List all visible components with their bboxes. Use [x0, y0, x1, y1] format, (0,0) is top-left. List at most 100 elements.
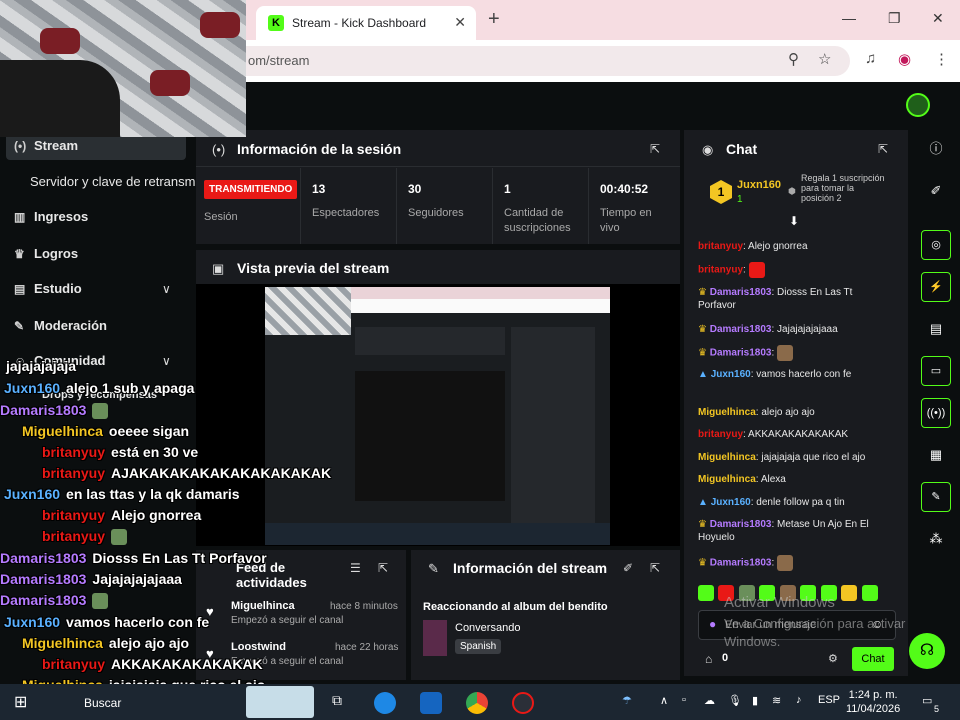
lightning-icon[interactable]: ⚡ [921, 272, 951, 302]
emote-icon[interactable] [861, 584, 878, 601]
overlay-chat-line: britanyuy está en 30 ve [42, 444, 198, 460]
chat-message: Miguelhinca: alejo ajo ajo [698, 406, 888, 419]
windows-start-icon[interactable]: ⊞ [14, 692, 27, 712]
chat-username[interactable]: Miguelhinca [698, 474, 756, 485]
popout-icon[interactable]: ⇱ [878, 142, 888, 156]
outlook-icon[interactable] [420, 692, 442, 714]
bookmark-star-icon[interactable]: ☆ [818, 50, 831, 68]
microphone-icon[interactable]: 🎙 [728, 694, 742, 707]
send-chat-button[interactable]: Chat [852, 647, 894, 671]
popout-icon[interactable]: ⇱ [650, 561, 660, 575]
overlay-chat-line: Juxn160 vamos hacerlo con fe [4, 614, 209, 630]
sidebar-item-income[interactable]: ▥ Ingresos [14, 209, 88, 224]
edit-icon[interactable]: ✐ [921, 176, 951, 206]
emote-icon[interactable] [698, 584, 714, 601]
url-text[interactable]: om/stream [248, 53, 309, 68]
window-maximize-button[interactable]: ❐ [888, 10, 901, 27]
chevron-down-icon[interactable]: ∨ [162, 282, 171, 296]
obs-icon[interactable] [512, 692, 534, 714]
sidebar-item-moderation[interactable]: ✎ Moderación [14, 318, 107, 333]
chat-username[interactable]: britanyuy [698, 241, 743, 252]
camera-icon[interactable]: ◎ [921, 230, 951, 260]
chat-username[interactable]: Damaris1803 [710, 324, 772, 335]
viewers-value: 13 [312, 182, 326, 196]
zoom-icon[interactable]: ⚲ [788, 50, 799, 68]
window-close-button[interactable]: ✕ [932, 10, 944, 27]
chat-username[interactable]: Juxn160 [711, 369, 751, 380]
tray-chevron-icon[interactable]: ∧ [660, 694, 668, 707]
user-avatar[interactable] [906, 93, 930, 117]
chat-username[interactable]: Juxn160 [711, 497, 751, 508]
chat-message: britanyuy: Alejo gnorrea [698, 240, 888, 253]
chat-title: Chat [726, 141, 758, 157]
points-icon: ⌂ [705, 652, 713, 666]
print-icon[interactable]: ▦ [921, 440, 951, 470]
filter-icon[interactable]: ☰ [350, 561, 361, 575]
sidebar-item-achievements[interactable]: ♛ Logros [14, 246, 78, 261]
support-headset-button[interactable]: ☊ [909, 633, 945, 669]
chat-message: ♛ Damaris1803: Metase Un Ajo En El Hoyue… [698, 518, 888, 544]
tab-close-icon[interactable]: ✕ [454, 14, 466, 31]
wrench-icon[interactable]: ✎ [921, 482, 951, 512]
sidebar-item-studio[interactable]: ▤ Estudio [14, 281, 82, 296]
microphone-icon[interactable]: ● [709, 617, 716, 631]
wifi-icon[interactable]: ≋ [772, 694, 781, 707]
wrench-icon: ✎ [14, 319, 25, 333]
chat-username[interactable]: Damaris1803 [710, 558, 772, 569]
new-tab-button[interactable]: + [488, 8, 500, 31]
chrome-icon[interactable] [466, 692, 488, 714]
sidebar-item-server-key[interactable]: Servidor y clave de retransm [30, 174, 195, 189]
chat-text: AKKAKAKAKAKAKAK [748, 429, 849, 440]
subs-value: 1 [504, 182, 511, 196]
preview-panel [355, 371, 505, 501]
emote-icon [777, 345, 794, 361]
language-indicator[interactable]: ESP [818, 694, 840, 706]
pin-icon[interactable]: ⬇ [789, 214, 799, 228]
window-minimize-button[interactable]: — [842, 10, 856, 26]
message-icon[interactable]: ▭ [921, 356, 951, 386]
browser-menu-icon[interactable]: ⋮ [934, 50, 949, 68]
chat-username[interactable]: Miguelhinca [698, 407, 756, 418]
broadcast-icon[interactable]: ((•)) [921, 398, 951, 428]
chat-username[interactable]: britanyuy [698, 429, 743, 440]
chat-username[interactable]: Miguelhinca [698, 452, 756, 463]
chat-username[interactable]: Damaris1803 [710, 519, 772, 530]
preview-webcam [265, 287, 351, 335]
sidebar-item-stream[interactable]: (•) Stream [14, 138, 78, 153]
chat-text: Jajajajajajaaa [777, 324, 838, 335]
media-control-icon[interactable]: ♫ [865, 50, 876, 67]
overlay-chat-line: Damaris1803 [0, 402, 109, 420]
apps-icon[interactable]: ⁂ [921, 524, 951, 554]
edit-icon[interactable]: ✐ [623, 561, 633, 575]
gift-text: Regala 1 suscripción para tomar la posic… [801, 173, 885, 203]
tray-app-icon[interactable]: ▫ [682, 694, 686, 706]
info-icon[interactable]: ⓘ [921, 134, 951, 164]
chat-username[interactable]: britanyuy [698, 265, 743, 276]
overlay-text: está en 30 ve [111, 444, 199, 460]
profile-icon[interactable]: ◉ [898, 50, 911, 68]
stream-preview-video[interactable] [265, 287, 610, 545]
task-view-icon[interactable]: ⧉ [326, 692, 348, 714]
overlay-chat-line: britanyuy [42, 528, 128, 546]
settings-gear-icon[interactable]: ⚙ [828, 652, 838, 665]
live-time-label: Tiempo en vivo [600, 207, 652, 234]
popout-icon[interactable]: ⇱ [378, 561, 388, 575]
studio-icon: ▤ [14, 282, 26, 296]
browser-tab[interactable]: K Stream - Kick Dashboard ✕ [256, 6, 476, 40]
clock[interactable]: 1:24 p. m. 11/04/2026 [846, 688, 900, 716]
chevron-down-icon[interactable]: ∨ [162, 354, 171, 368]
volume-icon[interactable]: ♪ [796, 694, 802, 706]
taskbar-search[interactable]: Buscar [84, 696, 121, 710]
weather-icon[interactable]: ☂ [622, 694, 632, 707]
emote-icon[interactable] [841, 584, 858, 601]
wrench-icon: ✎ [428, 561, 439, 576]
overlay-text: alejo 1 sub y apaga [66, 380, 195, 396]
popout-icon[interactable]: ⇱ [650, 142, 660, 156]
chat-username[interactable]: Damaris1803 [710, 287, 772, 298]
document-icon[interactable]: ▤ [921, 314, 951, 344]
notifications-icon[interactable]: ▭ [922, 694, 932, 707]
chat-username[interactable]: Damaris1803 [710, 348, 772, 359]
battery-icon[interactable]: ▮ [752, 694, 758, 707]
edge-icon[interactable] [374, 692, 396, 714]
onedrive-icon[interactable]: ☁ [704, 694, 715, 707]
